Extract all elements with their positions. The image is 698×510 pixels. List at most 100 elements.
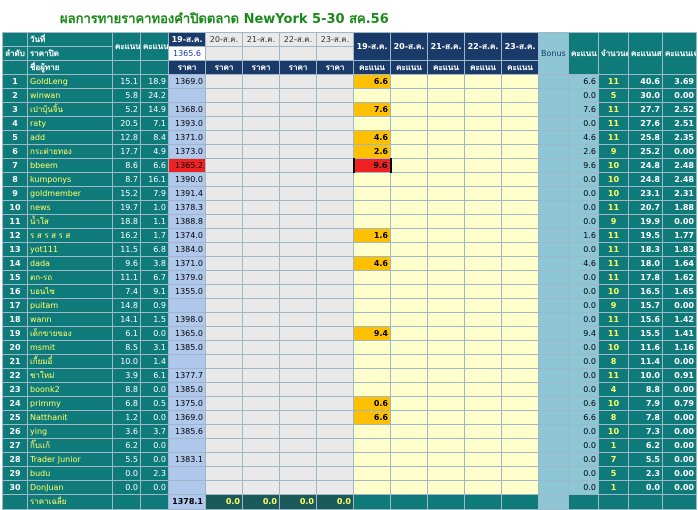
player-name: Trader Junior xyxy=(27,452,113,467)
week3-score: 4.6 xyxy=(568,130,599,145)
bonus-cell xyxy=(538,340,569,355)
price-empty xyxy=(279,186,317,201)
day-score-empty xyxy=(390,326,428,341)
price-empty xyxy=(242,480,280,495)
week2-score: 0.0 xyxy=(140,452,169,467)
price-empty xyxy=(205,88,243,103)
price-empty xyxy=(242,200,280,215)
day-score-empty xyxy=(464,242,502,257)
footer-value: 0.0 xyxy=(205,494,243,510)
rank-cell: 26 xyxy=(2,424,28,439)
footer-blank xyxy=(662,494,697,510)
bonus-cell xyxy=(538,466,569,481)
price-empty xyxy=(279,340,317,355)
week3-score: 0.0 xyxy=(568,354,599,369)
header-score-date-2: 21-ส.ค. xyxy=(427,32,465,61)
footer-value: 0.0 xyxy=(316,494,354,510)
price-empty xyxy=(242,270,280,285)
price-empty xyxy=(316,298,354,313)
player-name: ชาใหม่ xyxy=(27,368,113,383)
week3-score: 0.0 xyxy=(568,340,599,355)
day-score-empty xyxy=(464,480,502,495)
day-score xyxy=(353,200,391,215)
predicted-price xyxy=(168,354,206,369)
rank-cell: 28 xyxy=(2,452,28,467)
count-cell: 11 xyxy=(598,312,629,327)
price-empty xyxy=(242,298,280,313)
total-score: 0.0 xyxy=(628,480,663,495)
header-score-date-3: 22-ส.ค. xyxy=(464,32,502,61)
header-score-sub-4: คะแนน xyxy=(501,60,539,75)
price-empty xyxy=(316,214,354,229)
price-empty xyxy=(279,452,317,467)
day-score: 1.6 xyxy=(353,228,391,243)
day-score-empty xyxy=(390,354,428,369)
day-score-empty xyxy=(464,200,502,215)
day-score-empty xyxy=(427,228,465,243)
price-empty xyxy=(205,172,243,187)
bonus-cell xyxy=(538,242,569,257)
day-score-empty xyxy=(390,158,428,173)
predicted-price xyxy=(168,466,206,481)
day-score-empty xyxy=(390,298,428,313)
price-empty xyxy=(279,312,317,327)
price-empty xyxy=(205,368,243,383)
bonus-cell xyxy=(538,88,569,103)
avg-score: 2.48 xyxy=(662,172,697,187)
price-empty xyxy=(242,116,280,131)
day-score xyxy=(353,438,391,453)
price-empty xyxy=(205,200,243,215)
price-empty xyxy=(242,284,280,299)
day-score-empty xyxy=(427,340,465,355)
week2-score: 6.8 xyxy=(140,242,169,257)
bonus-cell xyxy=(538,158,569,173)
header-date-label: วันที่ xyxy=(27,32,113,47)
week3-score: 4.6 xyxy=(568,256,599,271)
header-score-sub-1: คะแนน xyxy=(390,60,428,75)
day-score xyxy=(353,242,391,257)
price-empty xyxy=(242,410,280,425)
table-row: 18 wann 14.1 1.5 1398.0 0.0 11 15.6 1.42 xyxy=(2,312,697,327)
count-cell: 11 xyxy=(598,270,629,285)
table-row: 13 yot111 11.5 6.8 1384.0 0.0 11 18.3 1.83 xyxy=(2,242,697,257)
total-score: 18.3 xyxy=(628,242,663,257)
count-cell: 5 xyxy=(598,88,629,103)
player-name: kumponys xyxy=(27,172,113,187)
price-empty xyxy=(279,368,317,383)
footer-blank xyxy=(353,494,391,510)
day-score-empty xyxy=(390,312,428,327)
total-score: 10.0 xyxy=(628,368,663,383)
player-name: wann xyxy=(27,312,113,327)
predicted-price: 1377.7 xyxy=(168,368,206,383)
price-empty xyxy=(242,396,280,411)
price-empty xyxy=(279,214,317,229)
count-cell: 10 xyxy=(598,340,629,355)
rank-cell: 24 xyxy=(2,396,28,411)
player-name: primmy xyxy=(27,396,113,411)
week3-score: 0.0 xyxy=(568,480,599,495)
day-score-empty xyxy=(390,396,428,411)
predicted-price: 1375.0 xyxy=(168,396,206,411)
price-empty xyxy=(242,214,280,229)
price-empty xyxy=(242,424,280,439)
week1-score: 10.0 xyxy=(112,354,141,369)
total-score: 25.8 xyxy=(628,130,663,145)
week2-score: 6.6 xyxy=(140,158,169,173)
week3-score: 0.0 xyxy=(568,312,599,327)
predicted-price: 1390.0 xyxy=(168,172,206,187)
footer-blank xyxy=(112,494,141,510)
avg-score: 1.16 xyxy=(662,340,697,355)
avg-score: 1.88 xyxy=(662,200,697,215)
player-name: puitam xyxy=(27,298,113,313)
price-empty xyxy=(316,200,354,215)
week2-score: 1.7 xyxy=(140,228,169,243)
day-score-empty xyxy=(427,368,465,383)
footer-value: 0.0 xyxy=(242,494,280,510)
week1-score: 9.6 xyxy=(112,256,141,271)
player-name: add xyxy=(27,130,113,145)
price-empty xyxy=(316,270,354,285)
week2-score: 4.9 xyxy=(140,144,169,159)
week1-score: 6.2 xyxy=(112,438,141,453)
predicted-price: 1368.0 xyxy=(168,102,206,117)
header-price-date-4: 23-ส.ค. xyxy=(316,32,354,47)
